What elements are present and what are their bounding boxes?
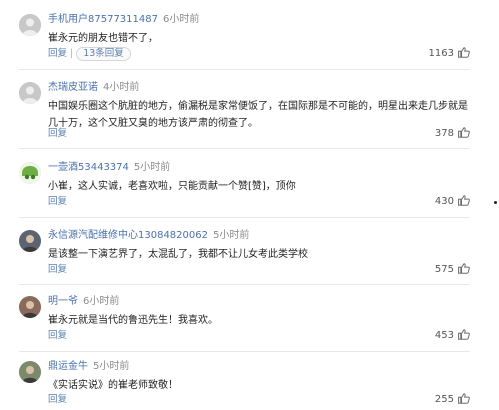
comment-time: 5小时前 [93,361,130,372]
comment-time: 5小时前 [133,162,171,173]
comment-time: 5小时前 [213,230,250,241]
avatar[interactable] [19,230,41,252]
comment-text: 中国娱乐圈这个肮脏的地方，偷漏税是家常便饭了，在国际那是不可能的，明星出来走几步… [48,98,468,132]
comment-actions: 回复 [48,127,67,140]
divider [19,148,470,149]
comment-header: 鼎运金牛 5小时前 [48,360,129,374]
comment-text-line: 中国娱乐圈这个肮脏的地方，偷漏税是家常便饭了，在国际那是不可能的，明星出来走几步… [48,101,468,112]
thumbs-up-icon [458,47,470,58]
comment-actions: 回复 [48,329,67,342]
thumbs-up-icon [458,393,470,404]
comment-actions: 回复 [48,195,67,208]
like-button[interactable]: 255 [435,393,470,406]
thumbs-up-icon [458,329,470,340]
comment-actions: 回复 | 13条回复 [48,47,131,61]
thumbs-up-icon [458,195,470,206]
like-count: 378 [434,128,454,139]
like-button[interactable]: 430 [435,195,470,208]
comment-header: 一壶酒53443374 5小时前 [48,161,170,175]
divider [19,69,470,70]
like-button[interactable]: 453 [435,329,470,342]
comment-header: 手机用户87577311487 6小时前 [48,13,199,27]
divider [19,351,470,352]
username-link[interactable]: 鼎运金牛 [48,361,88,372]
like-count: 430 [434,196,454,207]
comment-text-line: 几十万，这个又脏又臭的地方该严肃的彻查了。 [48,118,258,129]
reply-button[interactable]: 回复 [48,196,67,207]
divider [19,217,470,218]
reply-button[interactable]: 回复 [48,394,67,405]
avatar[interactable] [19,361,41,383]
username-link[interactable]: 手机用户87577311487 [48,14,158,25]
like-count: 255 [434,394,454,405]
comment-text: 崔永元就是当代的鲁迅先生！我喜欢。 [48,312,468,329]
reply-button[interactable]: 回复 [48,330,67,341]
avatar[interactable] [19,82,41,104]
comment-header: 明一爷 6小时前 [48,295,119,309]
reply-button[interactable]: 回复 [48,48,67,59]
comment-actions: 回复 [48,263,67,276]
comment-text-line: 崔永元就是当代的鲁迅先生！我喜欢。 [48,315,218,326]
reply-button[interactable]: 回复 [48,264,67,275]
comment-actions: 回复 [48,393,67,406]
view-replies-button[interactable]: 13条回复 [76,47,131,61]
comment-time: 6小时前 [83,296,120,307]
comment-text-line: 小崔，这人实诚，老喜欢啦，只能贡献一个赞[赞]，顶你 [48,181,296,192]
comment-time: 4小时前 [103,82,140,93]
username-link[interactable]: 明一爷 [48,296,78,307]
divider [19,284,470,285]
like-button[interactable]: 1163 [429,47,470,60]
like-count: 575 [434,264,454,275]
comment-header: 杰瑞皮亚诺 4小时前 [48,81,139,95]
comment-text-line: 是该整一下演艺界了，太混乱了，我都不让儿女考此类学校 [48,249,308,260]
username-link[interactable]: 杰瑞皮亚诺 [48,82,98,93]
comment-text: 小崔，这人实诚，老喜欢啦，只能贡献一个赞[赞]，顶你 [48,178,468,195]
comment-text: 崔永元的朋友也错不了， [48,30,468,47]
comment-time: 6小时前 [163,14,200,25]
avatar[interactable] [19,296,41,318]
thumbs-up-icon [458,127,470,138]
thumbs-up-icon [458,263,470,274]
username-link[interactable]: 永信源汽配维修中心13084820062 [48,230,208,241]
like-button[interactable]: 378 [435,127,470,140]
comment-text-line: 崔永元的朋友也错不了， [48,33,158,44]
like-count: 453 [434,330,454,341]
avatar[interactable] [19,162,41,184]
stray-dot [494,201,497,204]
comment-text: 《实话实说》的崔老师致敬！ [48,377,468,394]
comment-text: 是该整一下演艺界了，太混乱了，我都不让儿女考此类学校 [48,246,468,263]
avatar[interactable] [19,14,41,36]
reply-button[interactable]: 回复 [48,128,67,139]
username-link[interactable]: 一壶酒53443374 [48,162,129,173]
like-button[interactable]: 575 [435,263,470,276]
like-count: 1163 [428,48,454,59]
comment-header: 永信源汽配维修中心13084820062 5小时前 [48,229,249,243]
comment-text-line: 《实话实说》的崔老师致敬！ [48,380,178,391]
separator: | [70,48,74,59]
